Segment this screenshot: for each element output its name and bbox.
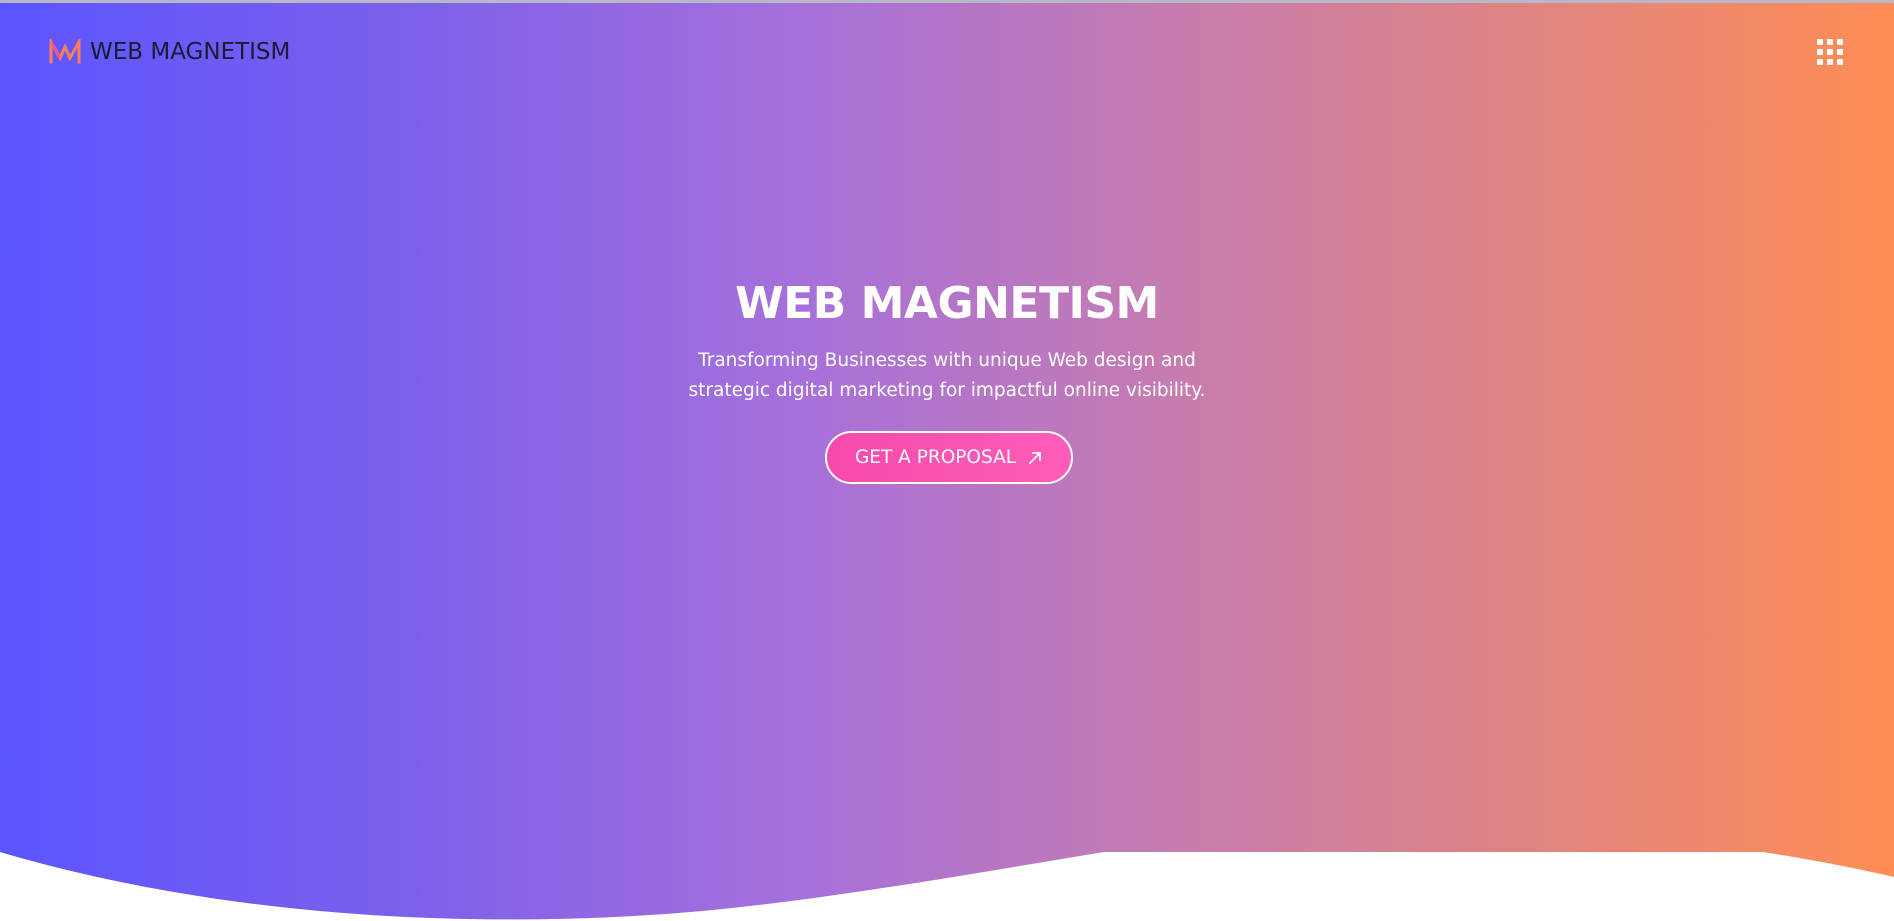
grid-menu-icon-dot-2 xyxy=(1827,39,1833,45)
arrow-up-right-icon xyxy=(1028,451,1042,465)
bottom-white-wave xyxy=(0,852,1894,921)
hero-section: WEB MAGNETISM WEB MAGNETISM Transforming… xyxy=(0,0,1894,921)
grid-menu-icon-dot-4 xyxy=(1817,49,1823,55)
hero-content: WEB MAGNETISM Transforming Businesses wi… xyxy=(0,275,1894,406)
top-browser-rule xyxy=(0,0,1894,3)
grid-menu-button[interactable] xyxy=(1817,39,1843,65)
grid-menu-icon-dot-6 xyxy=(1837,49,1843,55)
grid-menu-icon-dot-9 xyxy=(1837,59,1843,65)
grid-menu-icon-dot-8 xyxy=(1827,59,1833,65)
web-magnetism-logo-icon xyxy=(49,39,81,64)
site-header: WEB MAGNETISM xyxy=(0,0,1894,100)
hero-subtitle: Transforming Businesses with unique Web … xyxy=(688,350,1206,401)
grid-menu-icon-dot-7 xyxy=(1817,59,1823,65)
grid-menu-icon-dot-1 xyxy=(1817,39,1823,45)
grid-menu-icon-dot-3 xyxy=(1837,39,1843,45)
brand-logo-link[interactable]: WEB MAGNETISM xyxy=(49,38,290,66)
web-magnetism-homepage: WEB MAGNETISM WEB MAGNETISM Transforming… xyxy=(0,0,1894,921)
get-a-proposal-button[interactable]: GET A PROPOSAL xyxy=(825,431,1073,484)
brand-name: WEB MAGNETISM xyxy=(90,39,291,65)
hero-title: WEB MAGNETISM xyxy=(735,278,1159,329)
grid-menu-icon-dot-5 xyxy=(1827,49,1833,55)
get-a-proposal-label: GET A PROPOSAL xyxy=(854,446,1017,468)
